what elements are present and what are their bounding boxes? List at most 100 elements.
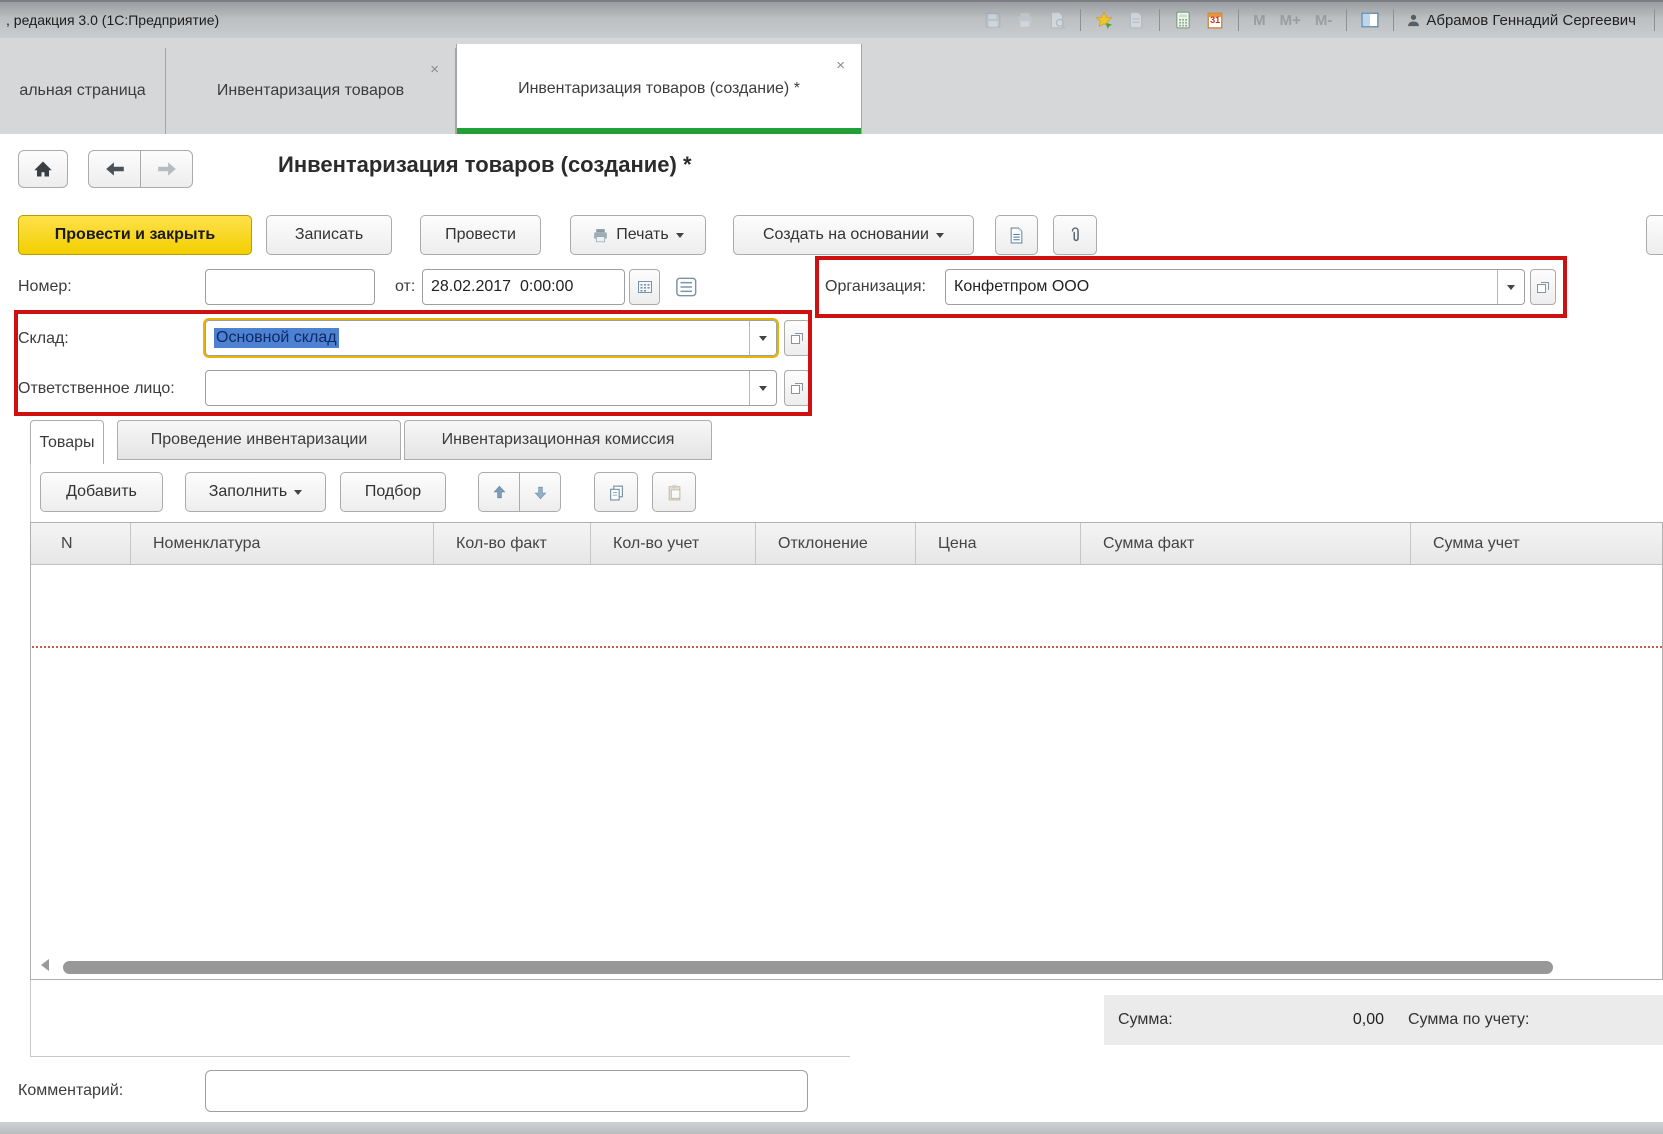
print-button[interactable]: Печать: [570, 215, 706, 255]
responsible-open-button[interactable]: [784, 370, 810, 406]
move-row-up-button[interactable]: [478, 472, 520, 512]
warehouse-label: Склад:: [18, 330, 69, 347]
printer-icon: [594, 228, 608, 242]
memory-m-button[interactable]: M: [1249, 12, 1270, 29]
dropdown-button[interactable]: [1497, 270, 1524, 304]
favorites-star-icon[interactable]: [1091, 8, 1117, 32]
number-input[interactable]: [205, 269, 375, 305]
move-row-down-button[interactable]: [519, 472, 561, 512]
warehouse-combo[interactable]: Основной склад: [203, 318, 779, 358]
sum-label: Сумма:: [1118, 1011, 1173, 1028]
date-input[interactable]: [422, 269, 625, 305]
copy-rows-button[interactable]: [594, 472, 638, 512]
calendar-day-label: 31: [1210, 15, 1221, 25]
chevron-down-icon: [294, 490, 303, 499]
tab-goods[interactable]: Товары: [30, 420, 104, 464]
tab-inventory-new[interactable]: × Инвентаризация товаров (создание) *: [456, 44, 862, 134]
totals-bar: Сумма: 0,00 Сумма по учету:: [1104, 995, 1663, 1045]
organization-combo[interactable]: Конфетпром ООО: [945, 269, 1525, 305]
tab-label: Товары: [39, 433, 95, 451]
selected-text: Основной склад: [214, 328, 339, 348]
organization-value: Конфетпром ООО: [954, 278, 1090, 295]
column-header-price: Цена: [916, 523, 1081, 564]
tab-label: Проведение инвентаризации: [150, 431, 368, 448]
button-label: Записать: [294, 226, 364, 243]
window-titlebar: , редакция 3.0 (1С:Предприятие) 31 M M+ …: [0, 0, 1663, 38]
responsible-combo[interactable]: [205, 370, 777, 406]
chevron-down-icon: [675, 233, 684, 242]
sum-value: 0,00: [1352, 1011, 1384, 1028]
button-label: Добавить: [66, 483, 137, 500]
titlebar-toolbar: 31 M M+ M- Абрамов Геннадий Сергеевич: [980, 8, 1663, 32]
print-preview-icon[interactable]: [1044, 8, 1070, 32]
active-tab-indicator: [457, 128, 861, 134]
paperclip-icon: [1071, 226, 1079, 241]
forward-arrow-icon: [157, 162, 176, 176]
document-lines-icon: [1010, 227, 1023, 243]
column-header-sum-fact: Сумма факт: [1081, 523, 1411, 564]
split-window-icon[interactable]: [1357, 8, 1383, 32]
tab-label: Инвентаризация товаров: [216, 82, 405, 99]
more-button-partial[interactable]: [1646, 215, 1663, 255]
tab-label: Инвентаризация товаров (создание) *: [518, 80, 800, 97]
fill-button[interactable]: Заполнить: [185, 472, 326, 512]
table-end-marker: [32, 646, 1662, 648]
memory-m-plus-button[interactable]: M+: [1276, 12, 1305, 29]
button-label: Создать на основании: [763, 226, 929, 243]
print-icon[interactable]: [1012, 8, 1038, 32]
chevron-down-icon: [1507, 284, 1515, 294]
user-name: Абрамов Геннадий Сергеевич: [1426, 11, 1636, 29]
window-title: , редакция 3.0 (1С:Предприятие): [6, 12, 220, 28]
copy-icon: [609, 485, 623, 500]
toolbar-separator: [1346, 9, 1348, 31]
write-button[interactable]: Записать: [266, 215, 392, 255]
dropdown-button[interactable]: [749, 371, 776, 405]
memory-m-minus-button[interactable]: M-: [1311, 12, 1337, 29]
open-register-button[interactable]: [671, 272, 703, 302]
attachments-button[interactable]: [1053, 215, 1097, 255]
current-user[interactable]: Абрамов Геннадий Сергеевич: [1404, 12, 1644, 29]
tab-start-page[interactable]: альная страница: [0, 48, 166, 134]
forward-button[interactable]: [140, 150, 193, 188]
home-button[interactable]: [18, 150, 68, 188]
calculator-icon[interactable]: [1170, 8, 1196, 32]
dropdown-button[interactable]: [749, 321, 776, 355]
history-document-icon[interactable]: [1123, 8, 1149, 32]
arrow-up-icon: [493, 485, 505, 498]
list-icon: [676, 277, 697, 297]
button-label: Подбор: [364, 483, 422, 500]
back-arrow-icon: [105, 162, 124, 176]
post-and-close-button[interactable]: Провести и закрыть: [18, 215, 252, 255]
responsible-value: [206, 371, 749, 405]
hscroll-left-arrow[interactable]: [41, 959, 49, 971]
button-label: Заполнить: [208, 483, 288, 500]
report-structure-button[interactable]: [995, 215, 1038, 255]
button-label: Провести и закрыть: [54, 226, 216, 243]
create-based-on-button[interactable]: Создать на основании: [733, 215, 974, 255]
toolbar-separator: [1238, 9, 1240, 31]
calendar-icon[interactable]: 31: [1202, 8, 1228, 32]
date-picker-button[interactable]: [629, 269, 660, 305]
warehouse-open-button[interactable]: [784, 320, 810, 356]
date-label: от:: [395, 278, 416, 295]
hscroll-thumb[interactable]: [63, 961, 1553, 974]
toolbar-separator: [1393, 9, 1395, 31]
chevron-down-icon: [759, 335, 767, 345]
pick-button[interactable]: Подбор: [340, 472, 446, 512]
column-header-sum-account: Сумма учет: [1433, 534, 1520, 552]
tab-inventory-commission[interactable]: Инвентаризационная комиссия: [404, 420, 712, 460]
back-button[interactable]: [88, 150, 141, 188]
comment-input[interactable]: [205, 1070, 808, 1112]
save-icon[interactable]: [980, 8, 1006, 32]
tab-inventory-process[interactable]: Проведение инвентаризации: [117, 420, 401, 460]
close-icon[interactable]: ×: [836, 58, 845, 73]
paste-rows-button[interactable]: [652, 472, 696, 512]
close-icon[interactable]: ×: [430, 62, 439, 77]
organization-open-button[interactable]: [1530, 269, 1556, 305]
tab-inventory-list[interactable]: × Инвентаризация товаров: [166, 48, 456, 134]
items-table: N Номенклатура Кол-во факт Кол-во учет О…: [30, 522, 1663, 980]
post-button[interactable]: Провести: [420, 215, 541, 255]
open-link-icon: [791, 333, 803, 344]
open-link-icon: [1537, 282, 1549, 293]
add-row-button[interactable]: Добавить: [40, 472, 163, 512]
